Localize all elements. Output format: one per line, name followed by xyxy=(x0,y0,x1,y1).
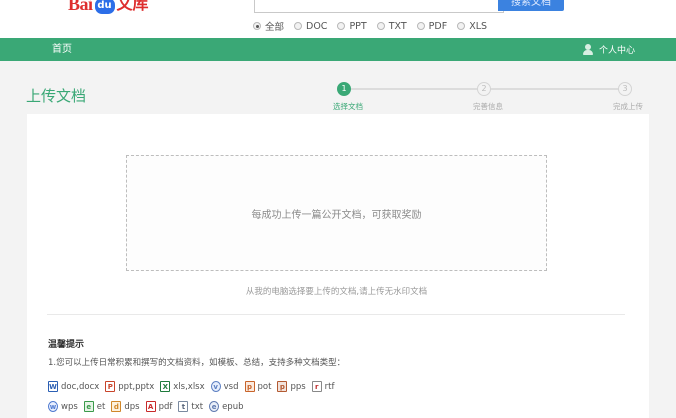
radio-txt[interactable] xyxy=(376,22,385,30)
filter-pdf[interactable]: PDF xyxy=(416,20,448,32)
file-type-label: pps xyxy=(290,381,306,392)
file-type-label: ppt,pptx xyxy=(118,381,155,392)
txt-icon: t xyxy=(178,401,189,412)
baidu-wenku-logo[interactable]: Bai du 文库 xyxy=(68,0,149,14)
user-icon xyxy=(582,43,594,56)
search-input[interactable] xyxy=(254,0,504,13)
step-3-circle: 3 xyxy=(618,82,632,96)
filter-label: XLS xyxy=(469,20,488,32)
file-type-label: wps xyxy=(61,401,78,412)
filter-label: PDF xyxy=(428,20,448,32)
pot-icon: p xyxy=(244,381,255,392)
logo-bai: Bai xyxy=(68,0,93,14)
excel-icon: X xyxy=(160,381,171,392)
radio-all[interactable] xyxy=(253,22,261,30)
radio-ppt[interactable] xyxy=(337,22,346,30)
pdf-icon: A xyxy=(145,401,156,412)
step-3-label: 完成上传 xyxy=(613,102,643,111)
et-icon: e xyxy=(83,401,94,412)
rtf-icon: r xyxy=(311,381,322,392)
nav-home-link[interactable]: 首页 xyxy=(52,38,72,61)
powerpoint-icon: P xyxy=(105,381,116,392)
file-types-row-2: w wps e et d dps A pdf t txt e epub xyxy=(48,401,250,412)
file-type-label: pot xyxy=(257,381,272,392)
filter-txt[interactable]: TXT xyxy=(376,20,407,32)
radio-doc[interactable] xyxy=(294,22,303,30)
dropzone-text: 每成功上传一篇公开文档，可获取奖励 xyxy=(251,209,422,221)
filter-all[interactable]: 全部 xyxy=(253,19,284,33)
file-type-label: txt xyxy=(191,401,204,412)
dps-icon: d xyxy=(111,401,122,412)
filter-xls[interactable]: XLS xyxy=(457,21,487,32)
file-type-et: e et xyxy=(83,401,106,412)
doc-type-filters: 全部 DOC PPT TXT PDF XLS xyxy=(253,19,497,33)
step-1-circle: 1 xyxy=(337,82,351,96)
filter-label: 全部 xyxy=(265,22,285,33)
file-type-label: et xyxy=(96,401,106,412)
file-type-pot: p pot xyxy=(244,381,272,392)
file-type-ppt: P ppt,pptx xyxy=(105,381,154,392)
file-type-label: pdf xyxy=(158,401,173,412)
visio-icon: v xyxy=(210,381,221,392)
logo-wenku: 文库 xyxy=(116,0,149,13)
filter-label: TXT xyxy=(388,20,407,32)
filter-doc[interactable]: DOC xyxy=(294,21,327,32)
radio-xls[interactable] xyxy=(457,22,466,30)
file-type-wps: w wps xyxy=(48,401,78,412)
file-type-pdf: A pdf xyxy=(145,401,173,412)
step-1-label: 选择文档 xyxy=(333,102,363,111)
file-type-label: doc,docx xyxy=(61,381,100,392)
page-title: 上传文档 xyxy=(26,87,87,105)
file-type-rtf: r rtf xyxy=(311,381,335,392)
filter-label: PPT xyxy=(349,20,367,32)
tips-line-1: 1.您可以上传日常积累和撰写的文档资料，如模板、总结，支持多种文档类型： xyxy=(48,358,346,368)
wps-icon: w xyxy=(48,401,58,412)
filter-label: DOC xyxy=(306,20,328,32)
file-type-label: vsd xyxy=(223,381,239,392)
file-type-epub: e epub xyxy=(209,401,244,412)
upload-dropzone[interactable]: 每成功上传一篇公开文档，可获取奖励 xyxy=(126,155,547,271)
divider xyxy=(47,314,625,315)
step-2-label: 完善信息 xyxy=(473,102,503,111)
step-2-circle: 2 xyxy=(477,82,491,96)
epub-icon: e xyxy=(209,401,220,412)
logo-paw-icon: du xyxy=(94,0,115,14)
radio-pdf[interactable] xyxy=(416,22,425,30)
tips-title: 温馨提示 xyxy=(48,340,85,350)
search-button[interactable]: 搜索文档 xyxy=(498,0,564,11)
upload-hint: 从我的电脑选择要上传的文档,请上传无水印文档 xyxy=(245,287,428,297)
file-type-txt: t txt xyxy=(178,401,203,412)
word-icon: W xyxy=(48,381,58,392)
file-type-vsd: v vsd xyxy=(210,381,239,392)
file-type-xls: X xls,xlsx xyxy=(160,381,205,392)
user-center-label: 个人中心 xyxy=(599,46,636,56)
file-type-label: xls,xlsx xyxy=(173,381,205,392)
nav-user-center[interactable]: 个人中心 xyxy=(582,38,635,61)
nav-bar: 首页 个人中心 xyxy=(0,38,676,61)
file-type-label: rtf xyxy=(324,381,335,392)
file-type-doc: W doc,docx xyxy=(48,381,99,392)
pps-icon: p xyxy=(277,381,288,392)
filter-ppt[interactable]: PPT xyxy=(337,20,367,32)
file-type-pps: p pps xyxy=(277,381,306,392)
file-type-label: epub xyxy=(222,401,244,412)
file-types-row-1: W doc,docx P ppt,pptx X xls,xlsx v vsd p… xyxy=(48,381,341,392)
file-type-label: dps xyxy=(124,401,140,412)
file-type-dps: d dps xyxy=(111,401,140,412)
